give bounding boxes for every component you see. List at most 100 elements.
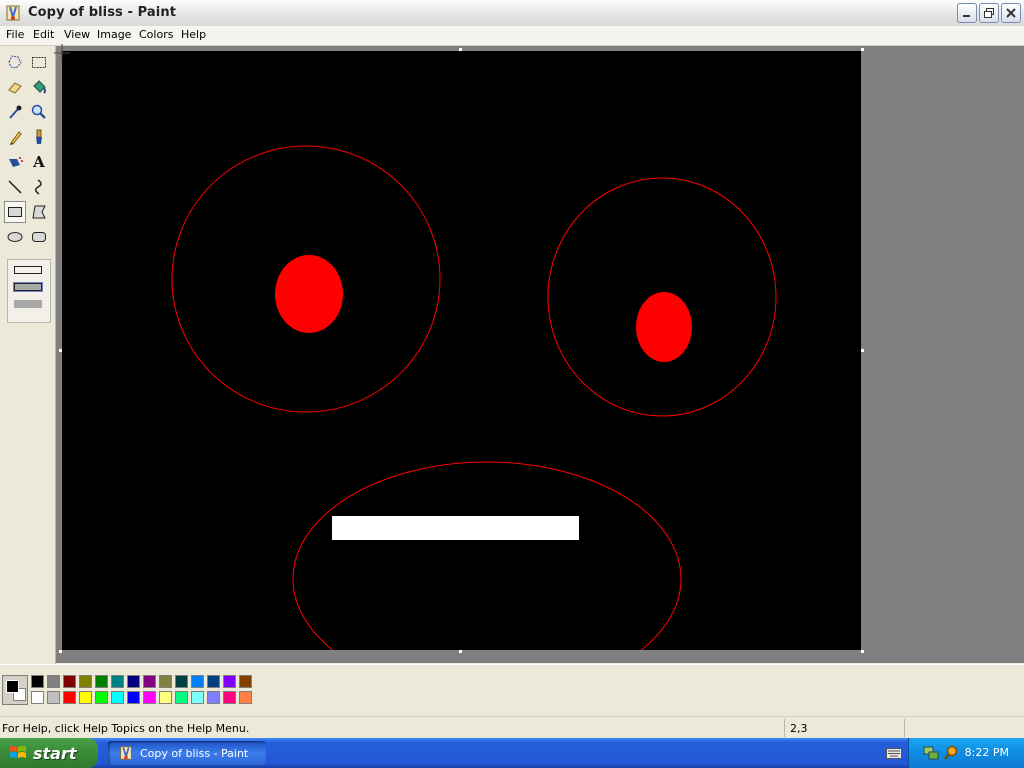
palette-swatch[interactable] — [143, 691, 156, 704]
resize-handle-bottom-right[interactable] — [861, 650, 864, 653]
palette-swatch[interactable] — [63, 675, 76, 688]
mouth-outline — [292, 461, 682, 697]
palette-swatch[interactable] — [111, 675, 124, 688]
tool-magnifier[interactable] — [28, 101, 50, 123]
palette-swatch[interactable] — [95, 675, 108, 688]
pick-color-icon — [9, 105, 22, 119]
menu-help[interactable]: Help — [179, 28, 208, 41]
fill-style-outline[interactable] — [14, 266, 42, 274]
tool-polygon[interactable] — [28, 201, 50, 223]
palette-swatch[interactable] — [31, 675, 44, 688]
network-icon[interactable] — [923, 745, 939, 761]
palette-swatch[interactable] — [47, 691, 60, 704]
minimize-button[interactable] — [957, 3, 977, 23]
title-bar[interactable]: Copy of bliss - Paint — [0, 0, 1024, 27]
fill-style-outline-fill[interactable] — [13, 282, 43, 292]
resize-handle-left[interactable] — [59, 349, 62, 352]
palette-swatch[interactable] — [159, 675, 172, 688]
menu-edit[interactable]: Edit — [31, 28, 56, 41]
airbrush-icon — [9, 157, 23, 167]
color-box — [0, 664, 1024, 715]
close-icon — [1006, 8, 1016, 18]
canvas-drawing — [171, 145, 777, 697]
menu-image[interactable]: Image — [95, 28, 133, 41]
status-bar: For Help, click Help Topics on the Help … — [0, 716, 1024, 739]
taskbar-clock[interactable]: 8:22 PM — [965, 746, 1009, 759]
ellipse-icon — [7, 232, 23, 242]
tool-pick-color[interactable] — [4, 101, 26, 123]
palette-swatch[interactable] — [207, 675, 220, 688]
status-divider — [904, 719, 905, 737]
fill-bucket-icon — [33, 80, 46, 94]
tooth-bar — [332, 516, 579, 540]
resize-handle-top-right[interactable] — [861, 48, 864, 51]
palette-swatch[interactable] — [63, 691, 76, 704]
tool-select[interactable] — [28, 51, 50, 73]
menu-colors[interactable]: Colors — [137, 28, 175, 41]
tool-rectangle[interactable] — [4, 201, 26, 223]
status-coordinates: 2,3 — [790, 722, 808, 735]
drawing-canvas[interactable] — [62, 51, 861, 697]
palette-swatch[interactable] — [111, 691, 124, 704]
tool-curve[interactable] — [28, 176, 50, 198]
windows-logo-icon — [10, 746, 26, 758]
status-help-text: For Help, click Help Topics on the Help … — [2, 722, 250, 735]
palette-swatch[interactable] — [207, 691, 220, 704]
close-button[interactable] — [1001, 3, 1021, 23]
palette-swatch[interactable] — [175, 675, 188, 688]
taskbar-paint-button[interactable]: Copy of bliss - Paint — [108, 741, 266, 765]
magnifier-icon — [31, 104, 46, 119]
palette-swatch[interactable] — [31, 691, 44, 704]
palette-swatch[interactable] — [239, 691, 252, 704]
tool-eraser[interactable] — [4, 76, 26, 98]
paint-app-icon — [6, 5, 20, 21]
palette-swatch[interactable] — [223, 675, 236, 688]
palette-swatch[interactable] — [95, 691, 108, 704]
current-colors[interactable] — [2, 675, 28, 705]
tool-ellipse[interactable] — [4, 226, 26, 248]
system-tray: 8:22 PM — [908, 738, 1024, 768]
right-pupil — [636, 292, 692, 362]
palette-swatch[interactable] — [175, 691, 188, 704]
tool-free-form-select[interactable] — [4, 51, 26, 73]
brush-icon — [36, 129, 42, 144]
restore-button[interactable] — [979, 3, 999, 23]
menu-view[interactable]: View — [62, 28, 92, 41]
palette-swatch[interactable] — [191, 675, 204, 688]
tool-line[interactable] — [4, 176, 26, 198]
palette-swatch[interactable] — [223, 691, 236, 704]
palette-swatch[interactable] — [79, 691, 92, 704]
palette-swatch[interactable] — [47, 675, 60, 688]
select-icon — [32, 57, 46, 68]
keyboard-icon[interactable] — [886, 747, 902, 759]
palette-swatch[interactable] — [159, 691, 172, 704]
start-button[interactable]: start — [0, 738, 98, 768]
palette-swatch[interactable] — [191, 691, 204, 704]
resize-handle-top[interactable] — [459, 48, 462, 51]
tool-fill[interactable] — [28, 76, 50, 98]
resize-handle-bottom[interactable] — [459, 650, 462, 653]
tool-text[interactable]: A — [28, 151, 50, 173]
tool-brush[interactable] — [28, 126, 50, 148]
palette-swatch[interactable] — [79, 675, 92, 688]
palette-swatch[interactable] — [127, 691, 140, 704]
status-divider — [784, 719, 785, 737]
rectangle-icon — [8, 207, 22, 217]
tool-pencil[interactable] — [4, 126, 26, 148]
fill-style-fill[interactable] — [14, 300, 42, 308]
taskbar: start Copy of bliss - Paint 8:22 PM — [0, 738, 1024, 768]
palette-swatch[interactable] — [143, 675, 156, 688]
menu-file[interactable]: File — [4, 28, 26, 41]
tool-airbrush[interactable] — [4, 151, 26, 173]
tool-box: A — [0, 46, 56, 666]
minimize-icon — [963, 15, 970, 17]
search-tray-icon[interactable] — [943, 745, 959, 761]
palette-swatch[interactable] — [127, 675, 140, 688]
menu-bar: File Edit View Image Colors Help — [0, 26, 1024, 46]
palette-swatch[interactable] — [239, 675, 252, 688]
window-title: Copy of bliss - Paint — [28, 5, 177, 20]
resize-handle-bottom-left[interactable] — [59, 650, 62, 653]
taskbar-paint-label: Copy of bliss - Paint — [140, 746, 249, 760]
resize-handle-right[interactable] — [861, 349, 864, 352]
tool-rounded-rectangle[interactable] — [28, 226, 50, 248]
